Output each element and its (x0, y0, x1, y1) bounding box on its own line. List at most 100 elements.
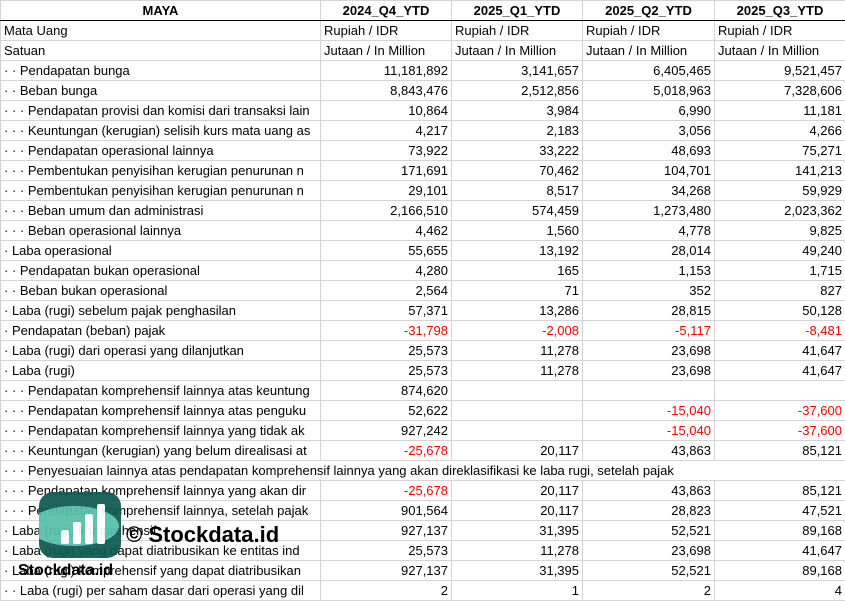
value-cell[interactable]: 574,459 (451, 200, 583, 221)
value-cell[interactable]: Jutaan / In Million (451, 40, 583, 61)
row-label-cell[interactable]: · · · Pendapatan komprehensif lainnya ya… (0, 480, 321, 501)
value-cell[interactable]: 874,620 (320, 380, 452, 401)
value-cell[interactable]: 43,863 (582, 440, 715, 461)
value-cell[interactable]: 2,183 (451, 120, 583, 141)
value-cell[interactable]: 4,778 (582, 220, 715, 241)
value-cell[interactable]: 1,560 (451, 220, 583, 241)
value-cell[interactable]: 55,655 (320, 240, 452, 261)
value-cell[interactable]: 41,647 (714, 360, 845, 381)
value-cell[interactable]: 41,647 (714, 340, 845, 361)
row-label-cell[interactable]: Satuan (0, 40, 321, 61)
row-label-cell[interactable]: · · · Keuntungan (kerugian) selisih kurs… (0, 120, 321, 141)
row-label-cell[interactable]: · Laba (rugi) (0, 360, 321, 381)
value-cell[interactable]: 1,273,480 (582, 200, 715, 221)
value-cell[interactable]: 70,462 (451, 160, 583, 181)
value-cell[interactable]: 141,213 (714, 160, 845, 181)
row-label-cell[interactable]: · Laba (rugi) komprehensif (0, 520, 321, 541)
value-cell[interactable]: 89,168 (714, 520, 845, 541)
value-cell[interactable]: 57,371 (320, 300, 452, 321)
value-cell[interactable]: 8,517 (451, 180, 583, 201)
row-label-cell[interactable]: · Pendapatan (beban) pajak (0, 320, 321, 341)
value-cell[interactable]: 34,268 (582, 180, 715, 201)
value-cell[interactable]: 5,018,963 (582, 80, 715, 101)
value-cell[interactable]: 23,698 (582, 340, 715, 361)
row-label-cell[interactable]: · · · Penyesuaian lainnya atas pendapata… (0, 460, 845, 481)
value-cell[interactable]: 10,864 (320, 100, 452, 121)
value-cell[interactable]: 43,863 (582, 480, 715, 501)
value-cell[interactable]: 11,181 (714, 100, 845, 121)
row-label-cell[interactable]: · · · Beban operasional lainnya (0, 220, 321, 241)
value-cell[interactable]: 2 (582, 580, 715, 601)
value-cell[interactable]: 9,825 (714, 220, 845, 241)
value-cell[interactable]: 2,023,362 (714, 200, 845, 221)
row-label-cell[interactable]: · · · Pembentukan penyisihan kerugian pe… (0, 180, 321, 201)
row-label-cell[interactable]: · · · Pendapatan komprehensif lainnya at… (0, 400, 321, 421)
row-label-cell[interactable]: · · · Keuntungan (kerugian) yang belum d… (0, 440, 321, 461)
value-cell[interactable]: -31,798 (320, 320, 452, 341)
value-cell[interactable]: 104,701 (582, 160, 715, 181)
value-cell[interactable]: 23,698 (582, 540, 715, 561)
value-cell[interactable]: 1,715 (714, 260, 845, 281)
value-cell[interactable]: 23,698 (582, 360, 715, 381)
value-cell[interactable] (451, 400, 583, 421)
value-cell[interactable]: 1,153 (582, 260, 715, 281)
value-cell[interactable]: -15,040 (582, 420, 715, 441)
value-cell[interactable]: 20,117 (451, 440, 583, 461)
header-cell-2025-q2[interactable]: 2025_Q2_YTD (582, 0, 715, 21)
value-cell[interactable]: -5,117 (582, 320, 715, 341)
row-label-cell[interactable]: · · Pendapatan bukan operasional (0, 260, 321, 281)
value-cell[interactable]: 25,573 (320, 340, 452, 361)
value-cell[interactable]: 52,521 (582, 520, 715, 541)
header-cell-2025-q1[interactable]: 2025_Q1_YTD (451, 0, 583, 21)
row-label-cell[interactable]: · · Beban bunga (0, 80, 321, 101)
row-label-cell[interactable]: · · · Beban umum dan administrasi (0, 200, 321, 221)
value-cell[interactable]: 13,192 (451, 240, 583, 261)
value-cell[interactable]: 33,222 (451, 140, 583, 161)
value-cell[interactable]: 20,117 (451, 500, 583, 521)
value-cell[interactable]: Jutaan / In Million (714, 40, 845, 61)
row-label-cell[interactable]: · · Pendapatan bunga (0, 60, 321, 81)
row-label-cell[interactable]: Mata Uang (0, 20, 321, 41)
value-cell[interactable]: 901,564 (320, 500, 452, 521)
value-cell[interactable]: -2,008 (451, 320, 583, 341)
value-cell[interactable]: 59,929 (714, 180, 845, 201)
value-cell[interactable]: 29,101 (320, 180, 452, 201)
row-label-cell[interactable]: · · · Pendapatan komprehensif lainnya at… (0, 380, 321, 401)
value-cell[interactable]: 2,166,510 (320, 200, 452, 221)
value-cell[interactable]: -37,600 (714, 420, 845, 441)
value-cell[interactable] (451, 380, 583, 401)
value-cell[interactable]: 31,395 (451, 560, 583, 581)
value-cell[interactable]: 3,984 (451, 100, 583, 121)
value-cell[interactable]: 73,922 (320, 140, 452, 161)
value-cell[interactable]: 171,691 (320, 160, 452, 181)
value-cell[interactable]: 3,141,657 (451, 60, 583, 81)
value-cell[interactable]: 4,280 (320, 260, 452, 281)
row-label-cell[interactable]: · · · Pendapatan operasional lainnya (0, 140, 321, 161)
header-cell-2024-q4[interactable]: 2024_Q4_YTD (320, 0, 452, 21)
value-cell[interactable]: 6,990 (582, 100, 715, 121)
value-cell[interactable]: -25,678 (320, 440, 452, 461)
row-label-cell[interactable]: · Laba (rugi) komprehensif yang dapat di… (0, 560, 321, 581)
value-cell[interactable]: Jutaan / In Million (320, 40, 452, 61)
value-cell[interactable] (451, 420, 583, 441)
value-cell[interactable]: 7,328,606 (714, 80, 845, 101)
value-cell[interactable]: -8,481 (714, 320, 845, 341)
header-cell-2025-q3[interactable]: 2025_Q3_YTD (714, 0, 845, 21)
value-cell[interactable]: 927,137 (320, 520, 452, 541)
value-cell[interactable] (714, 380, 845, 401)
row-label-cell[interactable]: · · Laba (rugi) per saham dasar dari ope… (0, 580, 321, 601)
value-cell[interactable]: 28,823 (582, 500, 715, 521)
value-cell[interactable]: 6,405,465 (582, 60, 715, 81)
value-cell[interactable]: 165 (451, 260, 583, 281)
value-cell[interactable]: 4,217 (320, 120, 452, 141)
value-cell[interactable]: 352 (582, 280, 715, 301)
value-cell[interactable]: 48,693 (582, 140, 715, 161)
value-cell[interactable]: 89,168 (714, 560, 845, 581)
value-cell[interactable]: Rupiah / IDR (582, 20, 715, 41)
value-cell[interactable]: 85,121 (714, 440, 845, 461)
value-cell[interactable]: 85,121 (714, 480, 845, 501)
row-label-cell[interactable]: · · Beban bukan operasional (0, 280, 321, 301)
value-cell[interactable]: 25,573 (320, 540, 452, 561)
value-cell[interactable]: 52,622 (320, 400, 452, 421)
value-cell[interactable]: 25,573 (320, 360, 452, 381)
